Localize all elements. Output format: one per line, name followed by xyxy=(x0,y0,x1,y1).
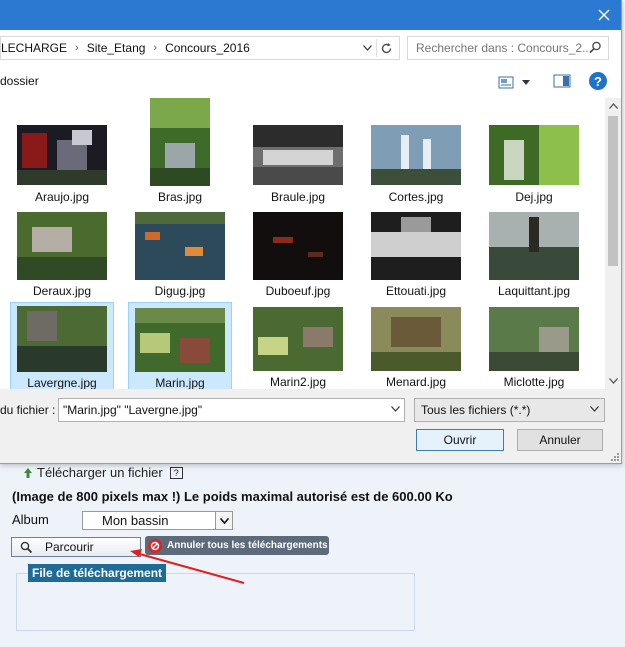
thumbnail-image xyxy=(135,308,225,372)
address-bar[interactable]: LECHARGE › Site_Etang › Concours_2016 xyxy=(0,36,400,60)
file-name: Lavergne.jpg xyxy=(27,376,97,389)
thumbnail-image xyxy=(489,212,579,280)
thumbnail-image xyxy=(489,307,579,371)
search-input[interactable] xyxy=(408,37,592,59)
file-tile[interactable]: Ettouati.jpg xyxy=(364,200,468,302)
address-history-dropdown[interactable] xyxy=(360,40,374,56)
breadcrumb-item[interactable]: Concours_2016 xyxy=(165,41,250,55)
thumbnail-image xyxy=(371,125,461,185)
chevron-right-icon: › xyxy=(75,42,79,54)
file-name: Miclotte.jpg xyxy=(503,375,565,389)
file-tile[interactable]: Araujo.jpg xyxy=(10,98,114,204)
filename-label: du fichier : xyxy=(0,403,56,417)
close-icon xyxy=(598,9,610,21)
file-name: Duboeuf.jpg xyxy=(265,284,331,298)
file-name: Deraux.jpg xyxy=(32,284,92,298)
change-view-button[interactable] xyxy=(498,74,532,90)
file-tile-selected[interactable]: Marin.jpg xyxy=(128,302,232,389)
refresh-button[interactable] xyxy=(376,39,395,57)
file-tile[interactable]: Duboeuf.jpg xyxy=(246,200,350,302)
search-box[interactable] xyxy=(407,36,609,60)
chevron-up-icon xyxy=(608,103,618,109)
new-folder-button[interactable]: dossier xyxy=(0,74,39,88)
scrollbar-thumb[interactable] xyxy=(608,116,618,266)
file-tile-selected[interactable]: Lavergne.jpg xyxy=(10,302,114,389)
open-button[interactable]: Ouvrir xyxy=(416,429,504,451)
filename-input-value: "Marin.jpg" "Lavergne.jpg" xyxy=(63,403,203,417)
thumbnail-image xyxy=(489,125,579,185)
refresh-icon xyxy=(381,42,391,53)
file-tile[interactable]: Cortes.jpg xyxy=(364,98,468,204)
file-type-select[interactable]: Tous les fichiers (*.*) xyxy=(414,398,605,422)
dialog-toolbar: dossier ? xyxy=(0,64,621,98)
dialog-titlebar xyxy=(0,0,621,30)
thumbnail-image xyxy=(253,125,343,185)
file-tile[interactable]: Miclotte.jpg xyxy=(482,302,586,389)
resize-grip-icon[interactable] xyxy=(611,453,619,461)
preview-pane-button[interactable] xyxy=(553,73,571,89)
chevron-down-icon[interactable] xyxy=(391,404,400,415)
file-name: Digug.jpg xyxy=(154,284,206,298)
file-tile[interactable]: Marin2.jpg xyxy=(246,302,350,389)
file-tile[interactable]: Dej.jpg xyxy=(482,98,586,204)
file-tile[interactable]: Laquittant.jpg xyxy=(482,200,586,302)
file-grid: Araujo.jpg Bras.jpg Braule.jpg Cortes.jp… xyxy=(0,98,605,389)
scroll-down-arrow[interactable] xyxy=(605,373,621,389)
breadcrumb-item[interactable]: LECHARGE xyxy=(1,41,67,55)
file-tile[interactable]: Deraux.jpg xyxy=(10,200,114,302)
breadcrumb: LECHARGE › Site_Etang › Concours_2016 xyxy=(1,37,250,59)
file-tile[interactable]: Digug.jpg xyxy=(128,200,232,302)
filename-input[interactable]: "Marin.jpg" "Lavergne.jpg" xyxy=(58,398,405,422)
thumbnail-image xyxy=(17,125,107,185)
file-tile[interactable]: Braule.jpg xyxy=(246,98,350,204)
chevron-down-icon xyxy=(362,45,372,51)
file-tile[interactable]: Bras.jpg xyxy=(128,98,232,204)
chevron-right-icon: › xyxy=(153,42,158,54)
thumbnail-image xyxy=(135,212,225,280)
file-tile[interactable]: Menard.jpg xyxy=(364,302,468,389)
preview-pane-icon xyxy=(553,74,571,88)
thumbnail-image xyxy=(17,306,107,372)
help-icon: ? xyxy=(594,73,602,89)
close-button[interactable] xyxy=(587,0,621,30)
chevron-down-icon xyxy=(590,404,599,415)
file-name: Menard.jpg xyxy=(385,375,447,389)
chevron-down-icon xyxy=(522,79,530,85)
help-button[interactable]: ? xyxy=(589,72,607,90)
file-name: Marin2.jpg xyxy=(269,375,327,389)
thumbnail-image xyxy=(371,212,461,280)
thumbnail-image xyxy=(253,212,343,280)
breadcrumb-item[interactable]: Site_Etang xyxy=(87,41,146,55)
dialog-footer: du fichier : "Marin.jpg" "Lavergne.jpg" … xyxy=(0,389,621,463)
thumbnail-image xyxy=(150,98,210,186)
scroll-up-arrow[interactable] xyxy=(605,98,621,114)
view-icon xyxy=(498,76,514,88)
file-type-value: Tous les fichiers (*.*) xyxy=(421,403,531,417)
file-name: Ettouati.jpg xyxy=(385,284,447,298)
thumbnail-image xyxy=(17,212,107,280)
search-icon xyxy=(589,41,601,54)
thumbnail-image xyxy=(253,307,343,371)
cancel-button[interactable]: Annuler xyxy=(517,429,603,451)
file-name: Marin.jpg xyxy=(155,376,205,389)
thumbnail-image xyxy=(371,307,461,371)
file-open-dialog: LECHARGE › Site_Etang › Concours_2016 do… xyxy=(0,0,622,464)
file-name: Laquittant.jpg xyxy=(497,284,571,298)
chevron-down-icon xyxy=(608,378,618,384)
vertical-scrollbar[interactable] xyxy=(605,98,621,389)
